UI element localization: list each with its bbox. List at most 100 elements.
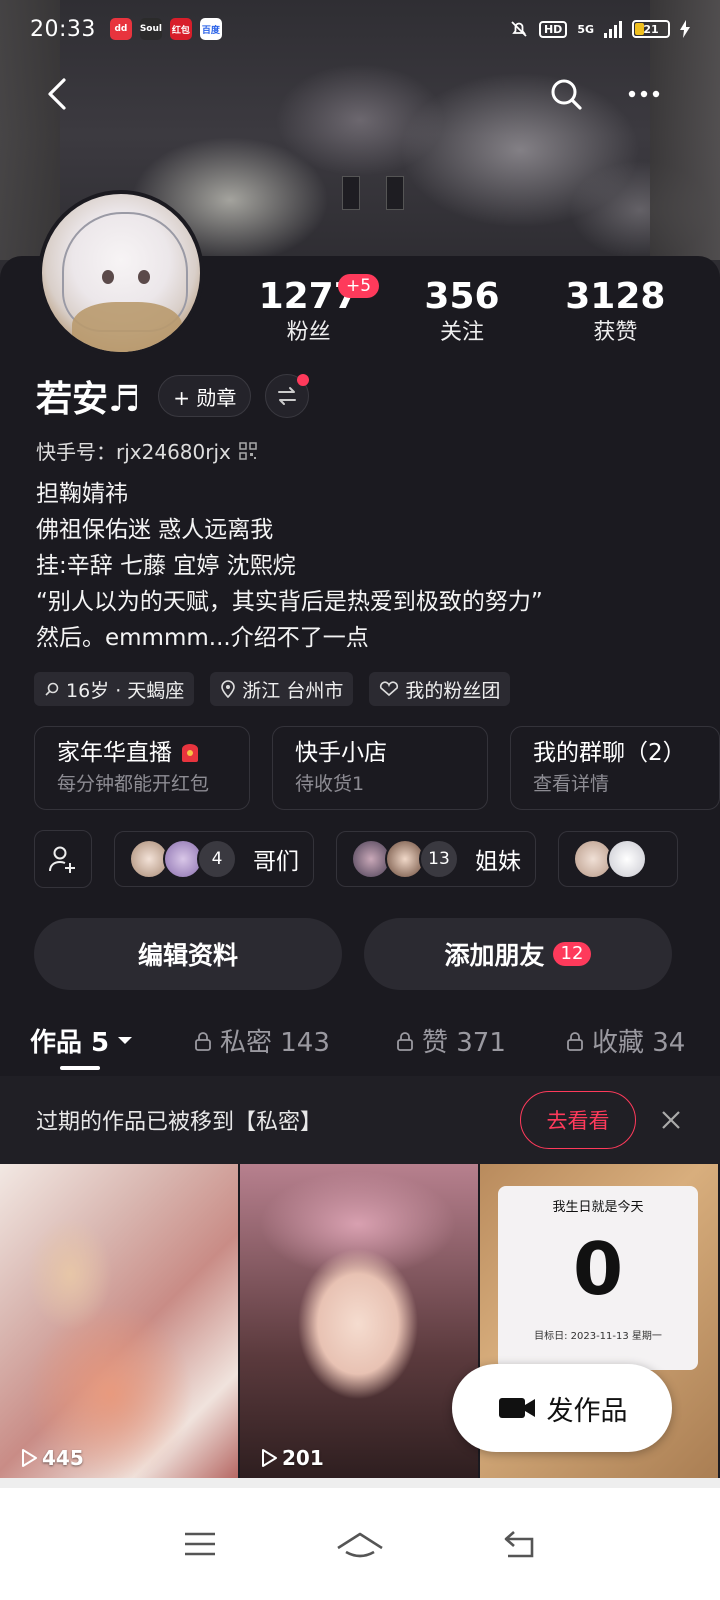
card-title: 家年华直播 (57, 740, 172, 766)
go-see-button[interactable]: 去看看 (520, 1091, 636, 1149)
lock-icon (397, 1031, 413, 1051)
kuaishou-id-row[interactable]: 快手号：rjx24680rjx (36, 436, 257, 465)
profile-tags: 16岁 · 天蝎座 浙江 台州市 我的粉丝团 (34, 672, 511, 706)
cover-window (386, 176, 404, 210)
friend-request-badge: 12 (552, 942, 592, 966)
group-chip-more[interactable] (558, 831, 678, 887)
group-chip-brothers[interactable]: 4 哥们 (114, 831, 314, 887)
status-time: 20:33 (30, 16, 96, 42)
profile-name: 若安♬ (36, 379, 141, 420)
post-work-button[interactable]: 发作品 (452, 1364, 672, 1452)
heart-hands-icon (380, 681, 399, 697)
stat-likes[interactable]: 3128 获赞 (539, 276, 692, 356)
button-label: 编辑资料 (137, 941, 238, 970)
switch-account-button[interactable] (265, 374, 310, 418)
member-avatar (607, 839, 647, 879)
notification-dot (297, 374, 310, 386)
tab-label: 收藏 34 (592, 1028, 686, 1058)
search-icon[interactable] (548, 76, 584, 112)
status-indicators: HD 5G 21 (509, 19, 690, 39)
fab-label: 发作品 (546, 1395, 628, 1427)
mute-bell-icon (511, 21, 527, 37)
feature-cards: 家年华直播 每分钟都能开红包 快手小店 待收货1 我的群聊（2） 查看详情 (34, 726, 720, 810)
card-carnival-live[interactable]: 家年华直播 每分钟都能开红包 (34, 726, 250, 810)
location-pin-icon (221, 680, 236, 698)
add-friend-button[interactable]: 添加朋友 12 (364, 918, 672, 990)
tab-label: 作品 5 (30, 1028, 110, 1058)
tag-fan-club[interactable]: 我的粉丝团 (369, 672, 511, 706)
group-chip-sisters[interactable]: 13 姐妹 (336, 831, 536, 887)
tag-location: 浙江 台州市 (210, 672, 354, 706)
bio-line: 佛祖保佑迷 惑人远离我 (36, 517, 274, 543)
card-title: 快手小店 (295, 740, 387, 766)
stat-label: 粉丝 (286, 320, 331, 345)
home-button[interactable] (330, 1524, 390, 1564)
stat-followers[interactable]: 1277 粉丝 +5 (232, 274, 385, 356)
work-thumbnail[interactable]: 201 (240, 1164, 478, 1484)
stat-following[interactable]: 356 关注 (385, 276, 538, 356)
card-shop[interactable]: 快手小店 待收货1 (272, 726, 488, 810)
bio-line: 然后。emmmm...介绍不了一点 (36, 625, 369, 651)
lock-icon (195, 1031, 211, 1051)
profile-bio: 担鞠婧祎 佛祖保佑迷 惑人远离我 挂:辛辞 七藤 宜婷 沈熙烷 “别人以为的天赋… (36, 476, 543, 656)
profile-stats: 1277 粉丝 +5 356 关注 3128 获赞 (232, 274, 692, 356)
card-subtitle: 每分钟都能开红包 (57, 773, 210, 795)
active-tab-indicator (60, 1066, 100, 1070)
menu-icon (185, 1532, 215, 1556)
red-envelope-icon (182, 744, 198, 762)
play-count-value: 445 (42, 1446, 84, 1470)
tag-label: 我的粉丝团 (405, 679, 501, 702)
lock-icon (567, 1031, 583, 1051)
stat-number: 3128 (565, 276, 666, 317)
status-app-icon: Soul (140, 18, 162, 40)
status-app-icon: 红包 (169, 18, 192, 40)
work-thumbnail[interactable]: 445 (0, 1164, 238, 1484)
card-subtitle: 待收货1 (295, 773, 365, 795)
card-title: 我的群聊（2） (533, 740, 686, 766)
more-icon[interactable] (624, 76, 664, 112)
back-button[interactable] (490, 1524, 550, 1564)
recent-apps-button[interactable] (170, 1524, 230, 1564)
new-followers-badge: +5 (338, 274, 380, 298)
qr-code-icon[interactable] (239, 441, 257, 460)
tag-age-zodiac: 16岁 · 天蝎座 (34, 672, 195, 706)
group-name: 姐妹 (475, 849, 521, 875)
card-group-chat[interactable]: 我的群聊（2） 查看详情 (510, 726, 720, 810)
home-icon (337, 1532, 383, 1558)
chevron-down-icon (118, 1036, 133, 1044)
add-person-icon (49, 846, 75, 873)
friend-groups: 4 哥们 13 姐妹 (34, 830, 678, 888)
button-label: 添加朋友 (444, 941, 545, 970)
return-icon (504, 1531, 534, 1558)
name-row: 若安♬ + 勋章 (36, 372, 310, 420)
back-icon[interactable] (42, 76, 78, 112)
tab-works[interactable]: 作品 5 (30, 1022, 133, 1059)
tab-likes[interactable]: 赞 371 (396, 1022, 506, 1059)
signal-icon (604, 20, 622, 38)
avatar-eye (138, 270, 150, 284)
play-count: 445 (20, 1446, 84, 1470)
countdown-title: 我生日就是今天 (552, 1200, 644, 1215)
avatar[interactable] (38, 190, 204, 356)
play-count-value: 201 (282, 1446, 324, 1470)
stat-label: 关注 (439, 320, 484, 345)
countdown-number: 0 (572, 1227, 624, 1311)
close-icon[interactable] (658, 1107, 684, 1133)
play-count: 201 (260, 1446, 324, 1470)
medal-button[interactable]: + 勋章 (158, 375, 252, 417)
card-subtitle: 查看详情 (533, 773, 610, 795)
bio-line: 挂:辛辞 七藤 宜婷 沈熙烷 (36, 553, 296, 579)
edit-profile-button[interactable]: 编辑资料 (34, 918, 342, 990)
add-contact-button[interactable] (34, 830, 92, 888)
battery-level: 21 (643, 22, 659, 36)
profile-actions: 编辑资料 添加朋友 12 (34, 918, 672, 990)
next-row-partial (0, 1478, 720, 1488)
tab-label: 私密 143 (220, 1028, 330, 1058)
female-icon (45, 682, 59, 696)
bio-line: 担鞠婧祎 (36, 481, 128, 507)
avatar-eye (102, 270, 114, 284)
member-count: 13 (419, 839, 459, 879)
tab-favorites[interactable]: 收藏 34 (566, 1022, 685, 1059)
notice-text: 过期的作品已被移到【私密】 (36, 1110, 323, 1135)
tab-private[interactable]: 私密 143 (194, 1022, 330, 1059)
